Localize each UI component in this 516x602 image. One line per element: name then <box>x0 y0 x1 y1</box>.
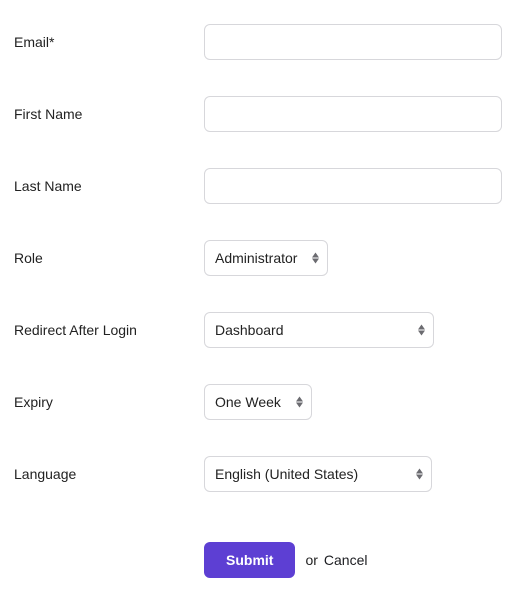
cancel-link[interactable]: Cancel <box>324 552 368 568</box>
updown-icon <box>296 397 303 408</box>
redirect-select[interactable]: Dashboard <box>204 312 434 348</box>
first-name-label: First Name <box>14 106 204 122</box>
last-name-label: Last Name <box>14 178 204 194</box>
redirect-select-value: Dashboard <box>215 322 284 338</box>
expiry-label: Expiry <box>14 394 204 410</box>
redirect-label: Redirect After Login <box>14 322 204 338</box>
role-select-value: Administrator <box>215 250 297 266</box>
language-label: Language <box>14 466 204 482</box>
last-name-field[interactable] <box>204 168 502 204</box>
updown-icon <box>312 253 319 264</box>
first-name-field[interactable] <box>204 96 502 132</box>
submit-button[interactable]: Submit <box>204 542 295 578</box>
expiry-select[interactable]: One Week <box>204 384 312 420</box>
expiry-select-value: One Week <box>215 394 281 410</box>
email-field[interactable] <box>204 24 502 60</box>
or-text: or <box>305 552 317 568</box>
language-select-value: English (United States) <box>215 466 358 482</box>
role-select[interactable]: Administrator <box>204 240 328 276</box>
updown-icon <box>418 325 425 336</box>
updown-icon <box>416 469 423 480</box>
email-label: Email* <box>14 34 204 50</box>
language-select[interactable]: English (United States) <box>204 456 432 492</box>
role-label: Role <box>14 250 204 266</box>
